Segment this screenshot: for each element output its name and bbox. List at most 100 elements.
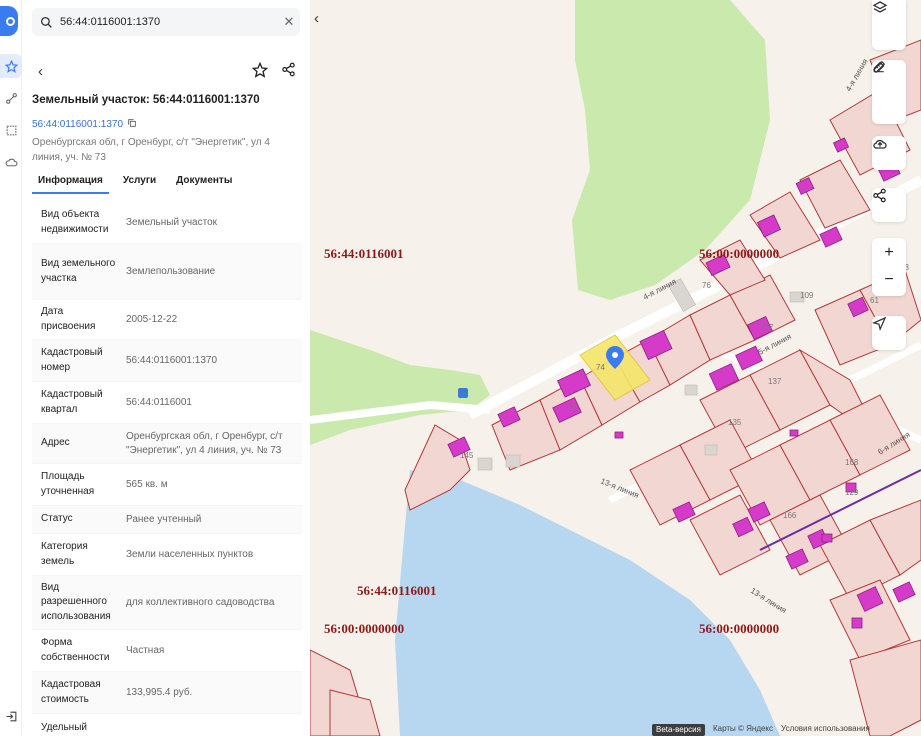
tab-info[interactable]: Информация [32, 174, 109, 194]
structure [477, 457, 493, 471]
locate-button[interactable] [872, 316, 906, 350]
property-value: для коллективного садоводства [126, 596, 275, 608]
property-key: Кадастровый квартал [41, 389, 103, 415]
property-row: Кадастровая стоимость 133,995.4 руб. [32, 672, 302, 714]
select-area-icon[interactable] [0, 118, 22, 142]
property-value: Земельный участок [126, 216, 218, 228]
copy-icon[interactable] [127, 118, 137, 131]
property-key: Статус [41, 513, 73, 525]
house-number: 166 [783, 511, 797, 520]
house-number: 137 [768, 377, 782, 386]
navigation-arrow-icon [872, 316, 887, 331]
edit-icon[interactable] [872, 61, 906, 124]
house-number: 135 [728, 418, 742, 427]
property-row: Категория земель Земли населенных пункто… [32, 534, 302, 576]
house-number: 129 [845, 488, 859, 497]
share-map-icon [873, 188, 886, 203]
clear-search-icon[interactable]: ✕ [278, 14, 300, 30]
property-row: Удельный [32, 714, 302, 736]
building[interactable] [789, 429, 799, 437]
search-input[interactable] [60, 16, 278, 28]
quarter-label: 56:00:0000000 [324, 621, 404, 636]
property-key: Адрес [41, 437, 70, 449]
upload-button[interactable] [872, 136, 906, 170]
map-copyright[interactable]: Карты © Яндекс [713, 724, 773, 736]
house-number: 107 [760, 323, 774, 332]
bus-stop-icon[interactable] [458, 388, 468, 398]
property-key: Площадь уточненная [41, 471, 95, 497]
property-value: 56:44:0116001:1370 [126, 354, 218, 366]
quarter-label: 56:00:0000000 [699, 621, 779, 636]
left-rail [0, 0, 22, 736]
layers-icon [872, 1, 888, 13]
app-root: ✕ ‹ Земельный участок: 56:44:0116001:137… [0, 0, 921, 736]
property-row: Вид объекта недвижимости Земельный участ… [32, 202, 302, 244]
property-value: 565 кв. м [126, 478, 168, 490]
structure [684, 384, 698, 396]
building[interactable] [851, 617, 863, 629]
collapse-panel-icon[interactable]: ‹ [314, 10, 319, 27]
property-key: Кадастровая стоимость [41, 679, 101, 705]
map-view[interactable]: 56:44:0116001 56:00:0000000 56:44:011600… [310, 0, 921, 736]
tab-documents[interactable]: Документы [170, 174, 238, 194]
property-key: Форма собственности [41, 637, 110, 663]
search-bar: ✕ [32, 8, 300, 36]
map-canvas[interactable]: 56:44:0116001 56:00:0000000 56:44:011600… [310, 0, 921, 736]
property-row: Кадастровый номер 56:44:0116001:1370 [32, 340, 302, 382]
back-icon[interactable]: ‹ [38, 63, 43, 80]
route-icon[interactable] [0, 86, 22, 110]
property-key: Вид земельного участка [41, 258, 116, 284]
cadastral-number-text[interactable]: 56:44:0116001:1370 [32, 119, 123, 130]
zoom-controls: + − [872, 238, 906, 296]
property-row: Статус Ранее учтенный [32, 506, 302, 534]
share-icon[interactable] [281, 62, 296, 82]
building[interactable] [821, 533, 833, 543]
draw-tools-group [872, 60, 906, 124]
property-key: Кадастровый номер [41, 347, 103, 373]
property-row: Кадастровый квартал 56:44:0116001 [32, 382, 302, 424]
property-row: Вид земельного участка Землепользование [32, 244, 302, 300]
logo-icon[interactable] [0, 6, 18, 36]
property-value: Земли населенных пунктов [126, 548, 254, 560]
card-toolbar: ‹ [32, 61, 300, 84]
info-panel: ✕ ‹ Земельный участок: 56:44:0116001:137… [22, 0, 310, 736]
property-key: Вид разрешенного использования [41, 581, 111, 622]
property-value: 2005-12-22 [126, 313, 178, 325]
layers-cloud-icon[interactable] [0, 150, 22, 174]
terms-link[interactable]: Условия использования [781, 724, 870, 736]
beta-badge: Beta-версия [652, 724, 705, 736]
favorites-star-icon[interactable] [0, 54, 22, 78]
house-number: 61 [870, 296, 879, 305]
house-number: 109 [800, 291, 814, 300]
quarter-label: 56:00:0000000 [699, 246, 779, 261]
zoom-out-button[interactable]: − [872, 267, 906, 296]
layers-button[interactable] [872, 0, 906, 50]
house-number: 145 [460, 451, 474, 460]
login-icon[interactable] [0, 704, 22, 728]
house-number: 168 [845, 458, 859, 467]
cadastral-number-link[interactable]: 56:44:0116001:1370 [32, 118, 137, 131]
house-number: 76 [702, 281, 711, 290]
map-footer: Beta-версия Карты © Яндекс Условия испол… [652, 724, 870, 736]
favorite-star-icon[interactable] [251, 61, 269, 83]
house-number: 74 [596, 363, 605, 372]
structure [704, 444, 718, 456]
property-key: Вид объекта недвижимости [41, 209, 109, 235]
tab-services[interactable]: Услуги [117, 174, 162, 194]
zoom-in-button[interactable]: + [872, 238, 906, 267]
structure [505, 454, 521, 468]
cloud-upload-icon [873, 139, 887, 149]
card-address: Оренбургская обл, г Оренбург, с/т "Энерг… [32, 137, 270, 163]
property-value: Ранее учтенный [126, 513, 202, 525]
house-number: 72 [568, 405, 577, 414]
property-key: Удельный [41, 722, 87, 734]
quarter-label: 56:44:0116001 [357, 583, 436, 598]
property-value: Оренбургская обл, г Оренбург, с/т "Энерг… [126, 430, 283, 456]
property-value: 133,995.4 руб. [126, 686, 193, 698]
tabs: Информация Услуги Документы [32, 174, 300, 196]
property-row: Форма собственности Частная [32, 630, 302, 672]
building[interactable] [614, 431, 624, 439]
properties-table: Вид объекта недвижимости Земельный участ… [32, 202, 302, 736]
property-value: Землепользование [126, 265, 216, 277]
share-map-button[interactable] [872, 188, 906, 222]
